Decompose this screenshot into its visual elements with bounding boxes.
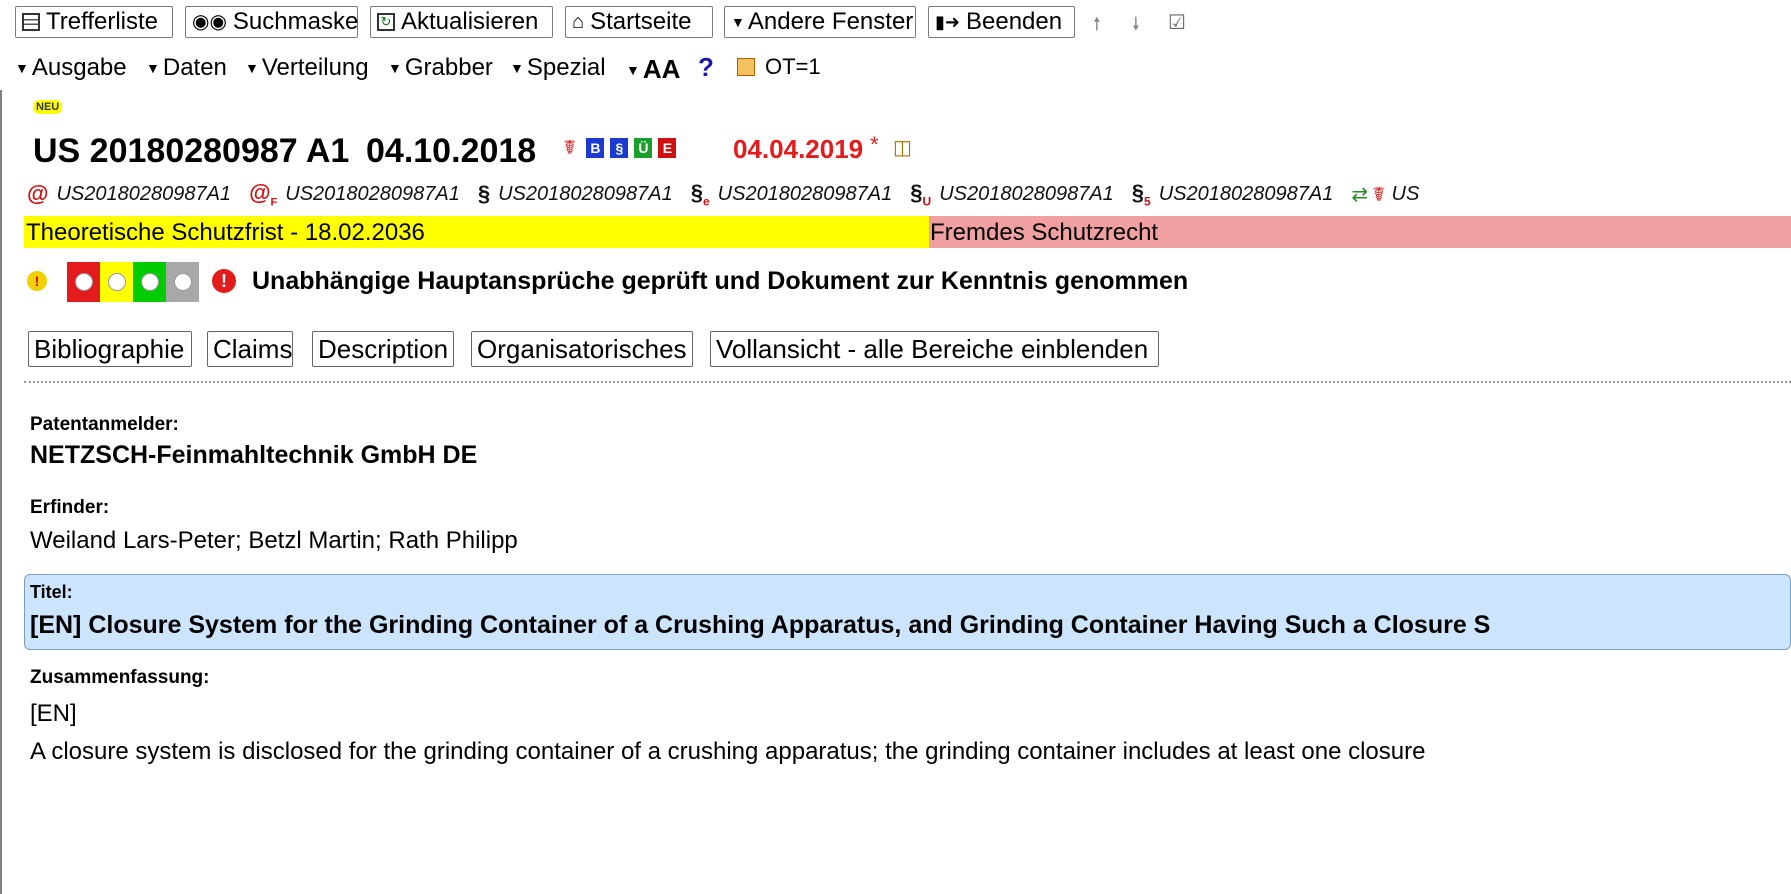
titel-box: Titel: [EN] Closure System for the Grind… bbox=[24, 574, 1791, 650]
andere-fenster-button[interactable]: ▼ Andere Fenster bbox=[724, 6, 916, 38]
alert-icon: ! bbox=[212, 269, 236, 293]
checkbox-icon[interactable]: ☑ bbox=[1168, 10, 1186, 35]
home-icon: ⌂ bbox=[572, 11, 585, 33]
menu-verteilung-label: Verteilung bbox=[261, 54, 369, 81]
traffic-light-icon[interactable] bbox=[67, 262, 199, 302]
asterisk: * bbox=[870, 132, 879, 157]
anmelder-label: Patentanmelder: bbox=[30, 414, 179, 435]
dropdown-icon: ▼ bbox=[731, 14, 745, 30]
document-icons: ☤ B § Ü E bbox=[563, 135, 682, 160]
titel-label: Titel: bbox=[30, 582, 73, 602]
andere-fenster-label: Andere Fenster bbox=[747, 8, 914, 35]
binoculars-icon: ◉◉ bbox=[192, 11, 227, 33]
ot-label: OT=1 bbox=[765, 54, 821, 79]
separator bbox=[24, 381, 1791, 383]
document-date: 04.10.2018 bbox=[366, 132, 537, 170]
mini-icon-e[interactable]: E bbox=[658, 137, 677, 158]
startseite-button[interactable]: ⌂ Startseite bbox=[565, 6, 713, 38]
ref-item[interactable]: §U US20180280987A1 bbox=[910, 180, 1114, 208]
startseite-label: Startseite bbox=[590, 8, 692, 35]
schutzfrist-text: Theoretische Schutzfrist - 18.02.2036 bbox=[26, 219, 425, 246]
mini-icon-paragraph[interactable]: § bbox=[610, 137, 629, 158]
red-date: 04.04.2019 bbox=[733, 134, 864, 164]
help-icon[interactable]: ? bbox=[698, 52, 714, 83]
font-size-label: AA bbox=[642, 54, 681, 84]
abstract-text: A closure system is disclosed for the gr… bbox=[30, 738, 1426, 765]
pdf-icon[interactable]: ☤ bbox=[563, 135, 576, 160]
font-size-button[interactable]: ▼ AA bbox=[626, 54, 680, 85]
menu-ausgabe[interactable]: ▼ Ausgabe bbox=[15, 54, 127, 82]
beenden-button[interactable]: ▮➜ Beenden bbox=[928, 6, 1075, 38]
ref-item[interactable]: §5 US20180280987A1 bbox=[1132, 180, 1334, 208]
refresh-icon: ↻ bbox=[377, 13, 395, 31]
trefferliste-label: Trefferliste bbox=[46, 8, 159, 35]
new-badge: NEU bbox=[33, 100, 63, 114]
notice-text: Unabhängige Hauptansprüche geprüft und D… bbox=[252, 267, 1189, 295]
ref-item[interactable]: § US20180280987A1 bbox=[478, 180, 673, 208]
menu-grabber[interactable]: ▼ Grabber bbox=[388, 54, 493, 82]
description-button[interactable]: Description bbox=[312, 331, 454, 367]
arrow-down-icon[interactable]: 🠗 bbox=[1132, 12, 1140, 42]
suchmaske-label: Suchmaske bbox=[232, 8, 359, 35]
trefferliste-button[interactable]: Trefferliste bbox=[15, 6, 173, 38]
titel-value: [EN] Closure System for the Grinding Con… bbox=[30, 611, 1491, 639]
menu-ausgabe-label: Ausgabe bbox=[31, 54, 127, 81]
abstract-language: [EN] bbox=[30, 700, 77, 727]
arrow-up-icon[interactable]: 🠕 bbox=[1093, 12, 1101, 42]
anmelder-value: NETZSCH-Feinmahltechnik GmbH DE bbox=[30, 441, 478, 469]
vollansicht-button[interactable]: Vollansicht - alle Bereiche einblenden bbox=[710, 331, 1159, 367]
beenden-label: Beenden bbox=[966, 8, 1063, 35]
compare-icon[interactable]: ◫ bbox=[893, 135, 912, 160]
left-border bbox=[0, 90, 2, 894]
ref-item[interactable]: @F US20180280987A1 bbox=[249, 180, 460, 208]
ot-icon[interactable] bbox=[737, 58, 755, 76]
zusammenfassung-label: Zusammenfassung: bbox=[30, 667, 210, 688]
reference-row: @ US20180280987A1 @F US20180280987A1 § US20… bbox=[27, 180, 1419, 208]
bibliographie-button[interactable]: Bibliographie bbox=[28, 331, 192, 367]
menu-grabber-label: Grabber bbox=[404, 54, 493, 81]
menu-spezial[interactable]: ▼ Spezial bbox=[510, 54, 606, 82]
menu-daten-label: Daten bbox=[162, 54, 227, 81]
menu-spezial-label: Spezial bbox=[526, 54, 606, 81]
report-icon bbox=[22, 13, 40, 31]
menu-verteilung[interactable]: ▼ Verteilung bbox=[245, 54, 369, 82]
exit-door-icon: ▮➜ bbox=[935, 12, 960, 32]
erfinder-label: Erfinder: bbox=[30, 497, 110, 518]
mini-icon-ue[interactable]: Ü bbox=[634, 137, 653, 158]
claims-button[interactable]: Claims bbox=[207, 331, 293, 367]
mini-icon-b[interactable]: B bbox=[586, 137, 605, 158]
ref-item[interactable]: @ US20180280987A1 bbox=[27, 180, 231, 208]
aktualisieren-button[interactable]: ↻ Aktualisieren bbox=[370, 6, 553, 38]
erfinder-value: Weiland Lars-Peter; Betzl Martin; Rath P… bbox=[30, 527, 518, 554]
suchmaske-button[interactable]: ◉◉ Suchmaske bbox=[185, 6, 358, 38]
menu-daten[interactable]: ▼ Daten bbox=[146, 54, 227, 82]
organisatorisches-button[interactable]: Organisatorisches bbox=[471, 331, 693, 367]
fremd-text: Fremdes Schutzrecht bbox=[930, 219, 1159, 246]
document-number: US 20180280987 A1 bbox=[33, 132, 350, 170]
ref-item[interactable]: §e US20180280987A1 bbox=[691, 180, 893, 208]
translate-icon: ⇄ bbox=[1351, 183, 1369, 206]
ref-item[interactable]: ⇄ ☤ US bbox=[1351, 180, 1419, 208]
aktualisieren-label: Aktualisieren bbox=[401, 8, 539, 35]
priority-icon[interactable]: ! bbox=[27, 271, 47, 291]
pdf-icon: ☤ bbox=[1372, 183, 1386, 206]
